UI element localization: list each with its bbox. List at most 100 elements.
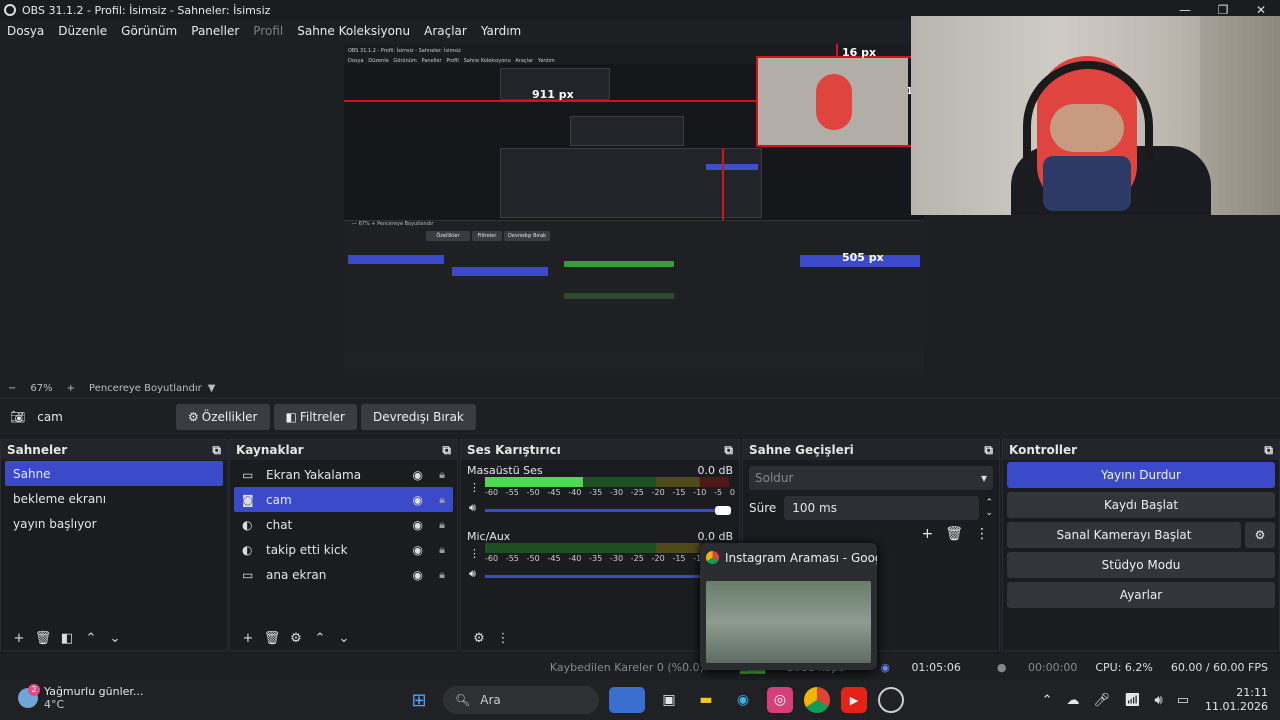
source-settings-icon[interactable]: ⚙: [284, 631, 308, 646]
eye-icon[interactable]: ◉: [413, 468, 423, 482]
disable-button[interactable]: Devredışı Bırak: [360, 403, 476, 430]
menu-paneller[interactable]: Paneller: [191, 24, 239, 38]
filters-button[interactable]: ◧ Filtreler: [273, 403, 357, 430]
search-highlight-icon[interactable]: [609, 687, 645, 713]
nested-obs-window-small: [570, 116, 684, 146]
task-view-icon[interactable]: ▣: [656, 687, 682, 713]
speaker-icon[interactable]: 🔊︎: [469, 498, 480, 518]
advanced-audio-icon[interactable]: ⚙: [467, 631, 491, 646]
preview-canvas[interactable]: OBS 31.1.2 - Profil: İsimsiz - Sahneler:…: [344, 44, 924, 374]
mixer-menu-icon[interactable]: ⋮: [491, 631, 515, 646]
source-item[interactable]: ◙ cam ◉ 🔒︎: [234, 487, 453, 512]
webcam-feed[interactable]: [911, 16, 1280, 215]
popup-thumbnail[interactable]: [706, 581, 871, 663]
source-item[interactable]: ▭ Ekran Yakalama ◉ 🔒︎: [234, 462, 453, 487]
meter-tick-label: -15: [672, 488, 686, 497]
add-source-button[interactable]: +: [236, 631, 260, 646]
menu-duzenle[interactable]: Düzenle: [58, 24, 107, 38]
edge-icon[interactable]: ◉: [730, 687, 756, 713]
zoom-out-button[interactable]: −: [8, 383, 16, 394]
menu-yardim[interactable]: Yardım: [481, 24, 521, 38]
lock-icon[interactable]: 🔒︎: [439, 468, 445, 482]
source-item[interactable]: ▭ ana ekran ◉ 🔒︎: [234, 562, 453, 587]
battery-icon[interactable]: ▭: [1177, 693, 1189, 708]
current-source: 📷︎ cam: [0, 410, 176, 424]
scene-item[interactable]: Sahne: [5, 461, 223, 486]
weather-widget[interactable]: 2 Yağmurlu günler... 4°C: [18, 684, 143, 711]
scene-item[interactable]: bekleme ekranı: [5, 486, 223, 511]
scene-filters-icon[interactable]: ◧: [55, 631, 79, 646]
volume-slider[interactable]: [485, 572, 731, 581]
wifi-icon[interactable]: 📶︎: [1124, 693, 1141, 708]
remove-source-icon[interactable]: 🗑︎: [260, 631, 284, 646]
remove-transition-icon[interactable]: 🗑︎: [945, 526, 963, 542]
lock-icon[interactable]: 🔒︎: [439, 518, 445, 532]
eye-icon[interactable]: ◉: [413, 493, 423, 507]
stop-stream-button[interactable]: Yayını Durdur: [1007, 462, 1275, 488]
start-button[interactable]: ⊞: [406, 687, 432, 713]
move-up-icon[interactable]: ⌃: [79, 631, 103, 646]
chevron-up-icon[interactable]: ⌃: [1042, 693, 1053, 708]
lock-icon[interactable]: 🔒︎: [439, 543, 445, 557]
remove-scene-icon[interactable]: 🗑︎: [31, 631, 55, 646]
transition-menu-icon[interactable]: ⋮: [975, 526, 989, 542]
cloud-icon[interactable]: ☁: [1066, 693, 1079, 708]
virtual-camera-button[interactable]: Sanal Kamerayı Başlat: [1007, 522, 1241, 548]
studio-mode-button[interactable]: Stüdyo Modu: [1007, 552, 1275, 578]
menu-gorunum[interactable]: Görünüm: [121, 24, 177, 38]
source-item[interactable]: ◐ chat ◉ 🔒︎: [234, 512, 453, 537]
meter-tick-label: -55: [505, 554, 519, 563]
youtube-icon[interactable]: ▶: [841, 687, 867, 713]
speaker-icon[interactable]: 🔊︎: [469, 564, 480, 584]
duration-input[interactable]: 100 ms: [784, 496, 980, 520]
file-explorer-icon[interactable]: ▬: [693, 687, 719, 713]
move-down-icon[interactable]: ⌄: [332, 631, 356, 646]
chrome-icon[interactable]: [804, 687, 830, 713]
channel-menu-icon[interactable]: ⋮: [469, 478, 480, 498]
undock-icon[interactable]: ⧉: [984, 443, 993, 458]
menu-dosya[interactable]: Dosya: [7, 24, 44, 38]
taskbar-preview-popup[interactable]: Instagram Araması - Goog...: [700, 543, 877, 670]
lock-icon[interactable]: 🔒︎: [439, 493, 445, 507]
undock-icon[interactable]: ⧉: [1264, 443, 1273, 458]
fit-to-window[interactable]: Pencereye Boyutlandır: [89, 383, 202, 394]
eye-icon[interactable]: ◉: [413, 543, 423, 557]
source-item[interactable]: ◐ takip etti kick ◉ 🔒︎: [234, 537, 453, 562]
zoom-dropdown-icon[interactable]: ▼: [208, 383, 216, 394]
transition-select[interactable]: Soldur ▾: [749, 466, 993, 490]
instagram-icon[interactable]: ◎: [767, 687, 793, 713]
channel-menu-icon[interactable]: ⋮: [469, 544, 480, 564]
meter-tick-label: -30: [609, 488, 624, 497]
eye-icon[interactable]: ◉: [413, 518, 423, 532]
zoom-in-button[interactable]: +: [67, 383, 75, 394]
undock-icon[interactable]: ⧉: [442, 443, 451, 458]
move-down-icon[interactable]: ⌄: [103, 631, 127, 646]
settings-button[interactable]: Ayarlar: [1007, 582, 1275, 608]
clock[interactable]: 21:11 11.01.2026: [1205, 686, 1268, 714]
start-recording-button[interactable]: Kaydı Başlat: [1007, 492, 1275, 518]
volume-knob[interactable]: [715, 506, 731, 515]
menu-profil: Profil: [253, 24, 284, 38]
stepper-icon[interactable]: ⌃ ⌄: [985, 498, 993, 518]
add-scene-button[interactable]: +: [7, 631, 31, 646]
taskbar-search[interactable]: 🔍︎ Ara: [443, 686, 599, 714]
menu-sahne-koleksiyonu[interactable]: Sahne Koleksiyonu: [297, 24, 410, 38]
undock-icon[interactable]: ⧉: [212, 443, 221, 458]
volume-icon[interactable]: 🔊︎: [1155, 693, 1163, 708]
properties-button[interactable]: ⚙ Özellikler: [176, 403, 270, 430]
add-transition-button[interactable]: +: [921, 526, 933, 542]
undock-icon[interactable]: ⧉: [724, 443, 733, 458]
weather-icon: 2: [18, 684, 40, 708]
dropped-frames: Kaybedilen Kareler 0 (%0.0): [549, 660, 704, 674]
volume-slider[interactable]: [485, 506, 731, 515]
menu-araclar[interactable]: Araçlar: [424, 24, 467, 38]
microphone-icon[interactable]: 🎤︎: [1093, 693, 1110, 708]
virtual-camera-settings-icon[interactable]: ⚙: [1245, 522, 1275, 548]
obs-icon[interactable]: [878, 687, 904, 713]
sources-title: Kaynaklar: [236, 443, 304, 457]
move-up-icon[interactable]: ⌃: [308, 631, 332, 646]
lock-icon[interactable]: 🔒︎: [439, 568, 445, 582]
scene-item[interactable]: yayın başlıyor: [5, 511, 223, 536]
eye-icon[interactable]: ◉: [413, 568, 423, 582]
meter-tick-label: -20: [651, 488, 665, 497]
